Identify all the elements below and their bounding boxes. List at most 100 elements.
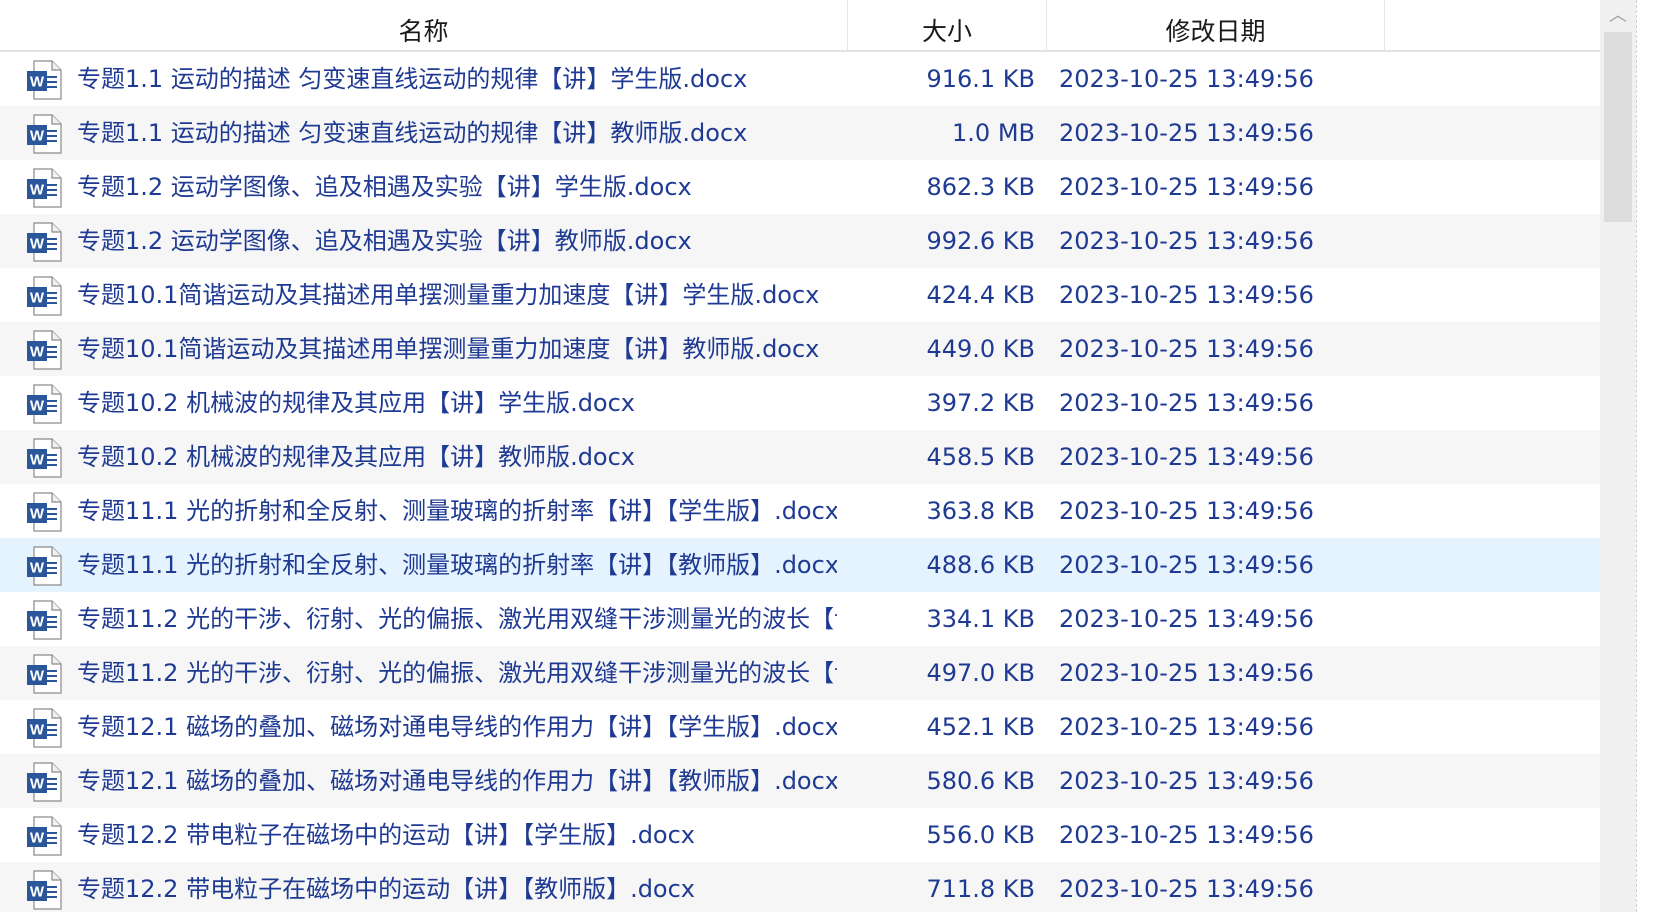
file-date-modified: 2023-10-25 13:49:56 (1059, 281, 1314, 309)
file-date-modified: 2023-10-25 13:49:56 (1059, 821, 1314, 849)
word-document-icon: W (26, 330, 62, 370)
file-row[interactable]: W 专题1.2 运动学图像、追及相遇及实验【讲】学生版.docx 862.3 KB… (0, 160, 1600, 214)
file-size: 458.5 KB (926, 443, 1035, 471)
file-row[interactable]: W 专题11.1 光的折射和全反射、测量玻璃的折射率【讲】【教师版】.docx 4… (0, 538, 1600, 592)
file-name: 专题10.1简谐运动及其描述用单摆测量重力加速度【讲】学生版.docx (77, 281, 820, 309)
column-header-name[interactable]: 名称 (0, 0, 848, 50)
file-size: 497.0 KB (926, 659, 1035, 687)
word-document-icon: W (26, 222, 62, 262)
file-row[interactable]: W 专题12.2 带电粒子在磁场中的运动【讲】【学生版】.docx 556.0 K… (0, 808, 1600, 862)
file-size: 452.1 KB (926, 713, 1035, 741)
word-document-icon: W (26, 60, 62, 100)
svg-text:W: W (30, 398, 45, 415)
file-date-modified: 2023-10-25 13:49:56 (1059, 767, 1314, 795)
file-name: 专题12.1 磁场的叠加、磁场对通电导线的作用力【讲】【教师版】.docx (77, 767, 837, 795)
file-row[interactable]: W 专题1.2 运动学图像、追及相遇及实验【讲】教师版.docx 992.6 KB… (0, 214, 1600, 268)
file-name: 专题10.2 机械波的规律及其应用【讲】教师版.docx (77, 443, 636, 471)
vertical-scrollbar[interactable]: ︿ (1600, 0, 1636, 912)
svg-text:W: W (30, 722, 45, 739)
file-name: 专题11.1 光的折射和全反射、测量玻璃的折射率【讲】【教师版】.docx (77, 551, 837, 579)
file-size: 1.0 MB (952, 119, 1035, 147)
word-document-icon: W (26, 276, 62, 316)
svg-text:W: W (30, 128, 45, 145)
file-date-modified: 2023-10-25 13:49:56 (1059, 443, 1314, 471)
file-name: 专题11.2 光的干涉、衍射、光的偏振、激光用双缝干涉测量光的波长【讠 (77, 659, 837, 687)
svg-text:W: W (30, 506, 45, 523)
file-name: 专题11.2 光的干涉、衍射、光的偏振、激光用双缝干涉测量光的波长【讠 (77, 605, 837, 633)
svg-text:W: W (30, 830, 45, 847)
file-row[interactable]: W 专题10.1简谐运动及其描述用单摆测量重力加速度【讲】学生版.docx 424… (0, 268, 1600, 322)
file-row[interactable]: W 专题11.1 光的折射和全反射、测量玻璃的折射率【讲】【学生版】.docx 3… (0, 484, 1600, 538)
file-row[interactable]: W 专题10.1简谐运动及其描述用单摆测量重力加速度【讲】教师版.docx 449… (0, 322, 1600, 376)
svg-text:W: W (30, 668, 45, 685)
word-document-icon: W (26, 870, 62, 910)
word-document-icon: W (26, 114, 62, 154)
word-document-icon: W (26, 168, 62, 208)
file-date-modified: 2023-10-25 13:49:56 (1059, 497, 1314, 525)
word-document-icon: W (26, 654, 62, 694)
file-name: 专题1.1 运动的描述 匀变速直线运动的规律【讲】教师版.docx (77, 119, 748, 147)
file-date-modified: 2023-10-25 13:49:56 (1059, 335, 1314, 363)
file-row[interactable]: W 专题10.2 机械波的规律及其应用【讲】学生版.docx 397.2 KB 20… (0, 376, 1600, 430)
column-header-date-modified[interactable]: 修改日期 (1047, 0, 1385, 50)
svg-text:W: W (30, 884, 45, 901)
file-size: 992.6 KB (926, 227, 1035, 255)
file-explorer-window: 名称 大小 修改日期 W 专题1.1 运动的描述 匀变速直线运动的规律【讲】学生… (0, 0, 1665, 912)
file-size: 334.1 KB (926, 605, 1035, 633)
file-name: 专题10.1简谐运动及其描述用单摆测量重力加速度【讲】教师版.docx (77, 335, 820, 363)
svg-text:W: W (30, 290, 45, 307)
file-date-modified: 2023-10-25 13:49:56 (1059, 389, 1314, 417)
file-row[interactable]: W 专题12.1 磁场的叠加、磁场对通电导线的作用力【讲】【学生版】.docx 4… (0, 700, 1600, 754)
svg-text:W: W (30, 614, 45, 631)
file-name: 专题11.1 光的折射和全反射、测量玻璃的折射率【讲】【学生版】.docx (77, 497, 837, 525)
file-date-modified: 2023-10-25 13:49:56 (1059, 605, 1314, 633)
file-size: 424.4 KB (926, 281, 1035, 309)
column-header-size[interactable]: 大小 (848, 0, 1047, 50)
chevron-up-icon[interactable]: ︿ (1600, 0, 1636, 32)
file-date-modified: 2023-10-25 13:49:56 (1059, 173, 1314, 201)
file-name: 专题1.1 运动的描述 匀变速直线运动的规律【讲】学生版.docx (77, 65, 748, 93)
svg-text:W: W (30, 236, 45, 253)
file-name: 专题1.2 运动学图像、追及相遇及实验【讲】学生版.docx (77, 173, 692, 201)
word-document-icon: W (26, 816, 62, 856)
word-document-icon: W (26, 546, 62, 586)
file-date-modified: 2023-10-25 13:49:56 (1059, 65, 1314, 93)
svg-text:W: W (30, 74, 45, 91)
file-name: 专题12.2 带电粒子在磁场中的运动【讲】【学生版】.docx (77, 821, 696, 849)
word-document-icon: W (26, 492, 62, 532)
file-date-modified: 2023-10-25 13:49:56 (1059, 713, 1314, 741)
file-row[interactable]: W 专题10.2 机械波的规律及其应用【讲】教师版.docx 458.5 KB 20… (0, 430, 1600, 484)
file-size: 363.8 KB (926, 497, 1035, 525)
file-row[interactable]: W 专题12.2 带电粒子在磁场中的运动【讲】【教师版】.docx 711.8 K… (0, 862, 1600, 912)
svg-text:W: W (30, 452, 45, 469)
file-row[interactable]: W 专题11.2 光的干涉、衍射、光的偏振、激光用双缝干涉测量光的波长【讠 497… (0, 646, 1600, 700)
svg-text:W: W (30, 344, 45, 361)
file-date-modified: 2023-10-25 13:49:56 (1059, 875, 1314, 903)
file-size: 488.6 KB (926, 551, 1035, 579)
file-row[interactable]: W 专题11.2 光的干涉、衍射、光的偏振、激光用双缝干涉测量光的波长【讠 334… (0, 592, 1600, 646)
file-size: 916.1 KB (926, 65, 1035, 93)
file-size: 556.0 KB (926, 821, 1035, 849)
file-date-modified: 2023-10-25 13:49:56 (1059, 659, 1314, 687)
file-size: 580.6 KB (926, 767, 1035, 795)
preview-pane-edge (1636, 0, 1665, 912)
word-document-icon: W (26, 708, 62, 748)
scrollbar-thumb[interactable] (1604, 32, 1632, 222)
file-date-modified: 2023-10-25 13:49:56 (1059, 119, 1314, 147)
file-row[interactable]: W 专题12.1 磁场的叠加、磁场对通电导线的作用力【讲】【教师版】.docx 5… (0, 754, 1600, 808)
file-row[interactable]: W 专题1.1 运动的描述 匀变速直线运动的规律【讲】学生版.docx 916.1… (0, 52, 1600, 106)
file-size: 711.8 KB (926, 875, 1035, 903)
file-name: 专题10.2 机械波的规律及其应用【讲】学生版.docx (77, 389, 636, 417)
file-size: 862.3 KB (926, 173, 1035, 201)
svg-text:W: W (30, 560, 45, 577)
word-document-icon: W (26, 600, 62, 640)
word-document-icon: W (26, 762, 62, 802)
file-list: W 专题1.1 运动的描述 匀变速直线运动的规律【讲】学生版.docx 916.1… (0, 52, 1600, 912)
file-date-modified: 2023-10-25 13:49:56 (1059, 551, 1314, 579)
word-document-icon: W (26, 438, 62, 478)
file-name: 专题12.1 磁场的叠加、磁场对通电导线的作用力【讲】【学生版】.docx (77, 713, 837, 741)
svg-text:W: W (30, 776, 45, 793)
file-row[interactable]: W 专题1.1 运动的描述 匀变速直线运动的规律【讲】教师版.docx 1.0 M… (0, 106, 1600, 160)
file-name: 专题1.2 运动学图像、追及相遇及实验【讲】教师版.docx (77, 227, 692, 255)
file-size: 397.2 KB (926, 389, 1035, 417)
